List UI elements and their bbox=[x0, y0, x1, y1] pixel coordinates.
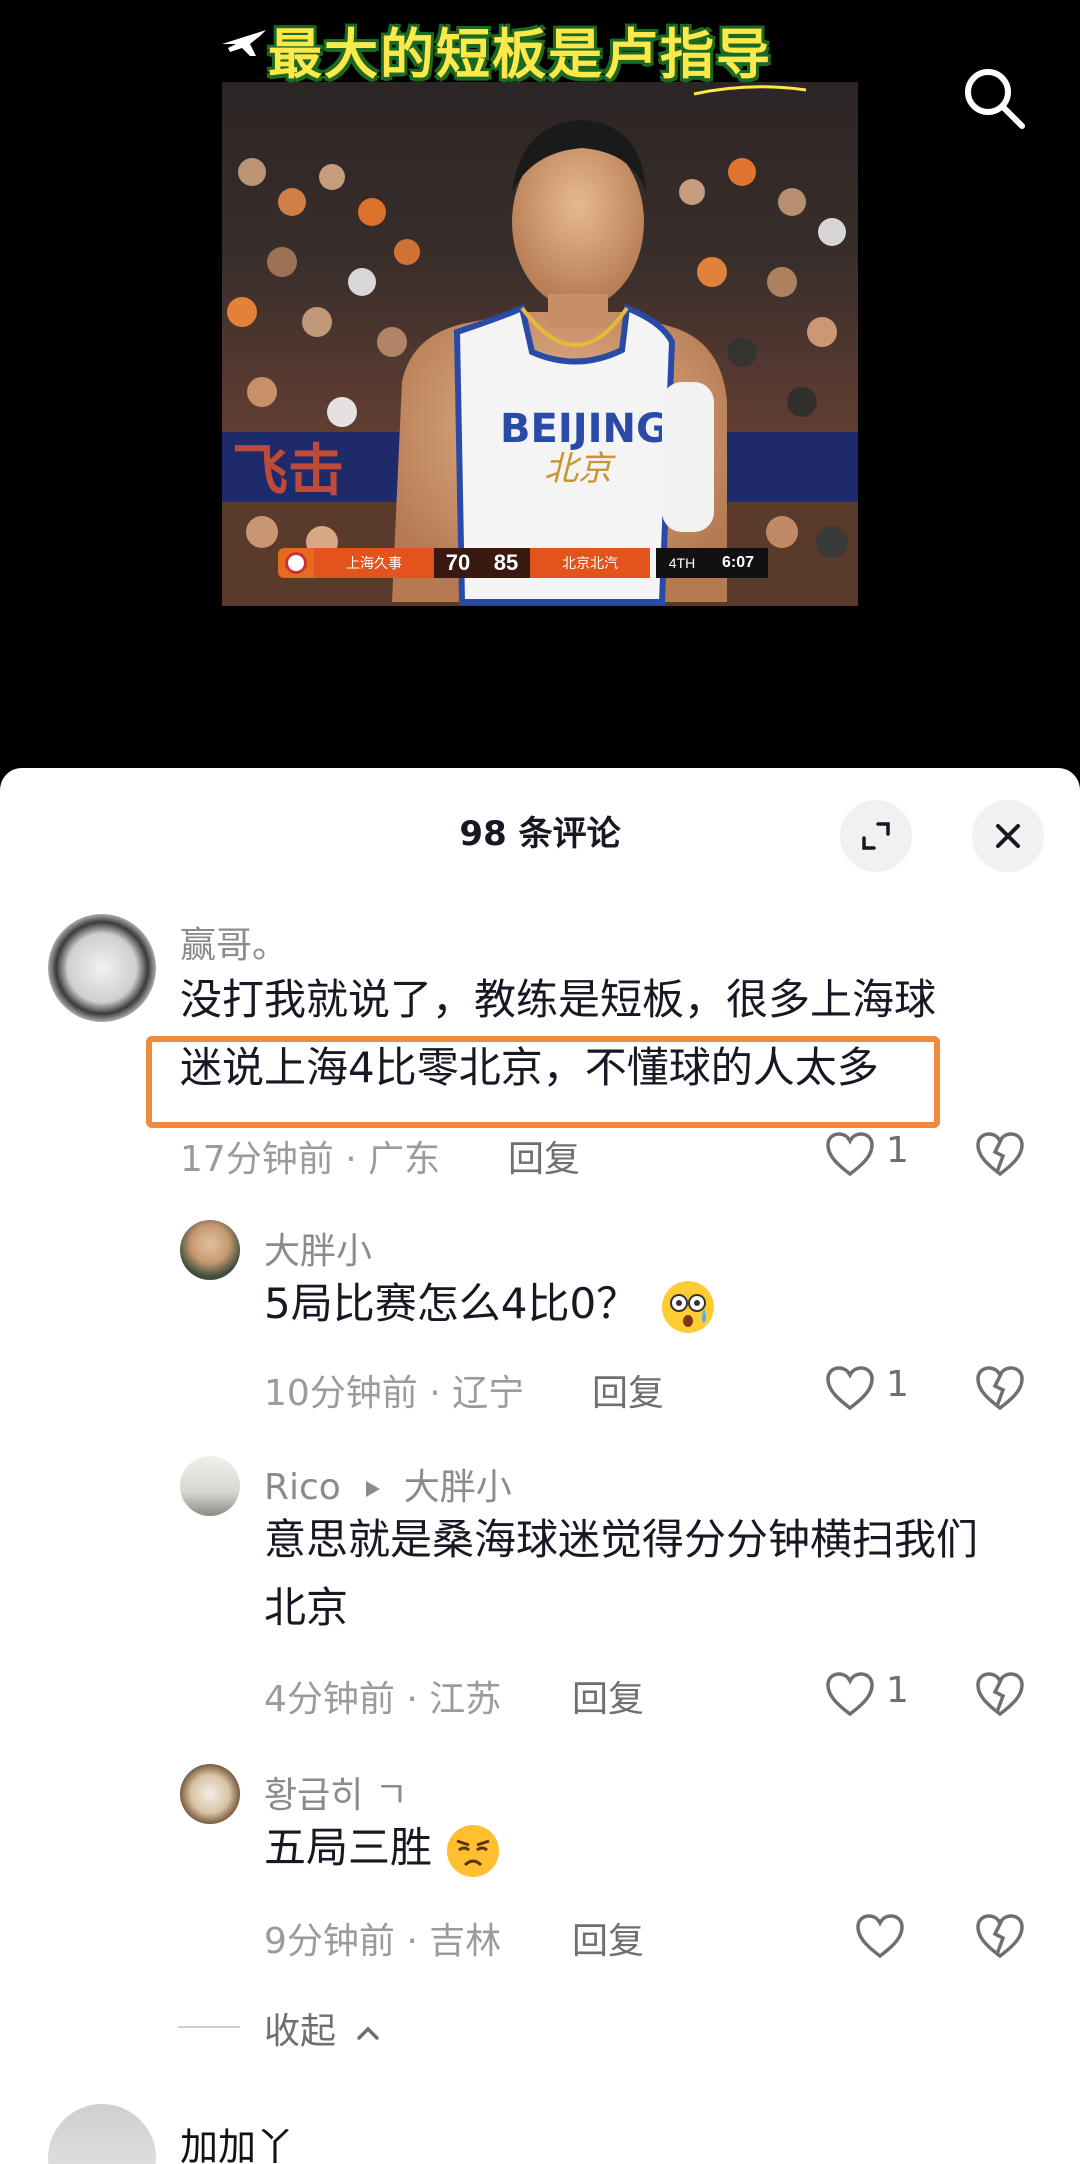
comment-text-line: 北京 bbox=[264, 1583, 349, 1632]
game-clock: 6:07 bbox=[708, 548, 768, 578]
chevron-up-icon bbox=[357, 2026, 380, 2040]
comment-time-location: 9分钟前 · 吉林 bbox=[264, 1921, 502, 1962]
avatar[interactable] bbox=[180, 1220, 240, 1280]
avatar[interactable] bbox=[48, 2104, 156, 2164]
dislike-icon[interactable] bbox=[974, 1912, 1026, 1960]
avatar[interactable] bbox=[180, 1764, 240, 1824]
video-frame: 飞击 BEIJING 北京 上海久事 70 85 北京北汽 4TH 6:07 bbox=[222, 82, 858, 606]
reply-button[interactable]: 回复 bbox=[508, 1130, 580, 1182]
avatar[interactable] bbox=[180, 1456, 240, 1516]
expand-icon bbox=[862, 822, 890, 850]
expand-button[interactable] bbox=[840, 800, 912, 872]
like-count: 1 bbox=[886, 1364, 909, 1405]
search-icon bbox=[965, 69, 1025, 129]
title-underline-decoration bbox=[693, 85, 807, 96]
league-logo-icon bbox=[278, 548, 314, 578]
like-heart-icon[interactable] bbox=[824, 1364, 876, 1412]
game-quarter: 4TH bbox=[656, 548, 708, 578]
like-count: 1 bbox=[886, 1670, 909, 1711]
comment-time-location: 4分钟前 · 江苏 bbox=[264, 1679, 502, 1720]
away-team-name: 北京北汽 bbox=[530, 548, 650, 578]
video-title: 最大的短板是卢指导 bbox=[268, 23, 772, 86]
comment-text-content: 五局三胜 bbox=[264, 1823, 433, 1872]
close-button[interactable] bbox=[972, 800, 1044, 872]
comment-username-text: Rico bbox=[264, 1467, 341, 1508]
dizzy-face-emoji-icon bbox=[661, 1280, 714, 1333]
comment-text-line: 没打我就说了，教练是短板，很多上海球 bbox=[180, 975, 937, 1024]
close-icon bbox=[996, 824, 1020, 848]
comment-time-location: 10分钟前 · 辽宁 bbox=[264, 1373, 525, 1414]
like-count: 1 bbox=[886, 1130, 909, 1171]
comment-text: 意思就是桑海球迷觉得分分钟横扫我们 北京 bbox=[264, 1506, 1054, 1642]
reply-arrow-icon bbox=[366, 1481, 381, 1497]
comment-username[interactable]: 황급히 ㄱ bbox=[264, 1766, 408, 1818]
home-score: 70 bbox=[434, 548, 482, 578]
comment-count-title: 98 条评论 bbox=[459, 814, 621, 854]
dislike-icon[interactable] bbox=[974, 1130, 1026, 1178]
highlight-box bbox=[146, 1036, 940, 1128]
like-heart-icon[interactable] bbox=[824, 1670, 876, 1718]
svg-text:BEIJING: BEIJING bbox=[500, 406, 669, 452]
reply-button[interactable]: 回复 bbox=[572, 1912, 644, 1964]
reply-to-username[interactable]: 大胖小 bbox=[404, 1467, 512, 1508]
collapse-label: 收起 bbox=[264, 2011, 337, 2052]
video-still-image: 飞击 BEIJING 北京 bbox=[222, 120, 858, 606]
divider bbox=[178, 2026, 240, 2028]
reply-button[interactable]: 回复 bbox=[592, 1364, 664, 1416]
svg-text:飞击: 飞击 bbox=[232, 439, 344, 504]
like-heart-icon[interactable] bbox=[824, 1130, 876, 1178]
comment-text-content: 5局比赛怎么4比0？ bbox=[264, 1279, 639, 1328]
airplane-icon bbox=[222, 30, 266, 56]
collapse-replies-button[interactable]: 收起 bbox=[264, 2002, 383, 2054]
search-button[interactable] bbox=[958, 62, 1030, 134]
comment-text: 5局比赛怎么4比0？ bbox=[264, 1270, 1044, 1338]
dislike-icon[interactable] bbox=[974, 1364, 1026, 1412]
comment-username[interactable]: 大胖小 bbox=[264, 1222, 372, 1274]
comment-username[interactable]: Rico 大胖小 bbox=[264, 1458, 512, 1510]
dislike-icon[interactable] bbox=[974, 1670, 1026, 1718]
comment-text: 五局三胜 bbox=[264, 1814, 1044, 1882]
like-heart-icon[interactable] bbox=[854, 1912, 906, 1960]
video-player[interactable]: 飞击 BEIJING 北京 上海久事 70 85 北京北汽 4TH 6:07 最… bbox=[0, 0, 1080, 790]
frowning-face-emoji-icon bbox=[447, 1824, 500, 1877]
comment-username[interactable]: 加加丫 bbox=[180, 2116, 294, 2164]
comments-panel: 98 条评论 赢哥。 没打我就说了，教练是短板，很多上海球 迷说上海4比零北京，… bbox=[0, 768, 1080, 2164]
away-score: 85 bbox=[482, 548, 530, 578]
scoreboard: 上海久事 70 85 北京北汽 4TH 6:07 bbox=[278, 548, 826, 578]
comment-time-location: 17分钟前 · 广东 bbox=[180, 1139, 441, 1180]
avatar[interactable] bbox=[48, 914, 156, 1022]
comment-text-line: 意思就是桑海球迷觉得分分钟横扫我们 bbox=[264, 1515, 979, 1564]
comment-username[interactable]: 赢哥。 bbox=[180, 916, 288, 968]
reply-button[interactable]: 回复 bbox=[572, 1670, 644, 1722]
home-team-name: 上海久事 bbox=[314, 548, 434, 578]
svg-text:北京: 北京 bbox=[544, 449, 616, 489]
